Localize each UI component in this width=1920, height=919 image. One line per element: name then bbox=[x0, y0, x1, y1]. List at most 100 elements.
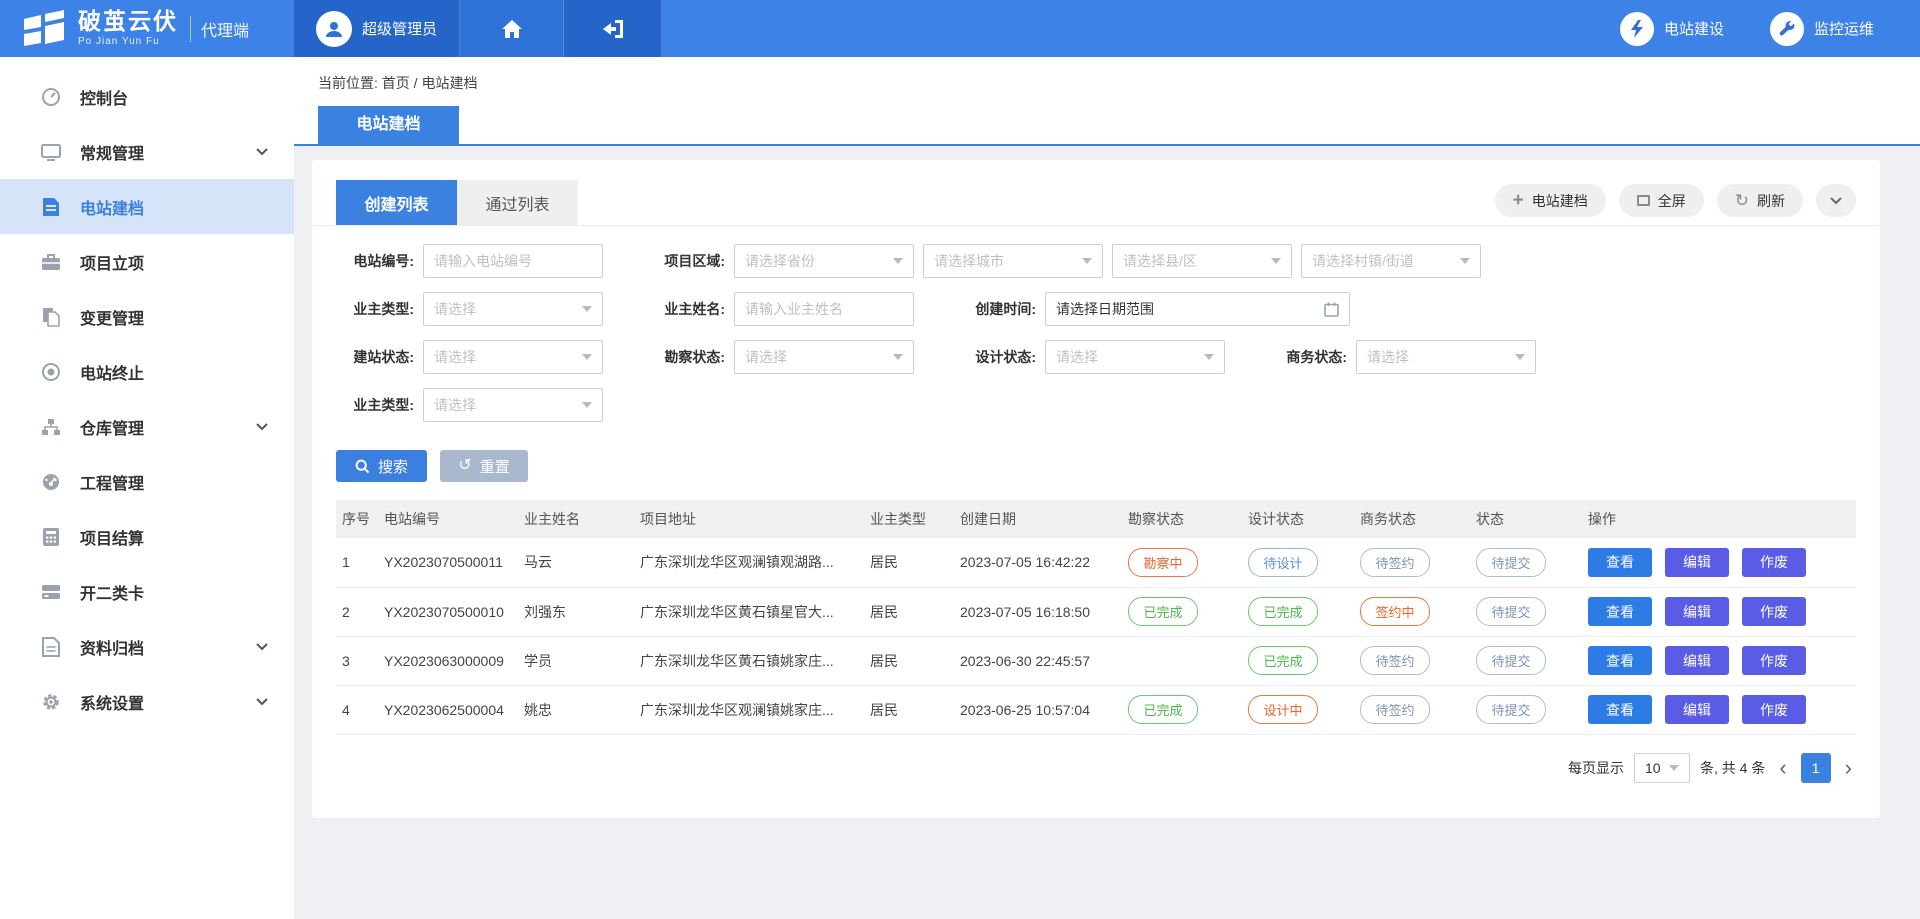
monitor-icon bbox=[40, 141, 62, 163]
search-icon bbox=[355, 459, 370, 474]
region-label: 项目区域: bbox=[647, 251, 725, 271]
tab-passed-list[interactable]: 通过列表 bbox=[457, 180, 578, 225]
sidebar-item-station-termination[interactable]: 电站终止 bbox=[0, 344, 294, 399]
date-range-input[interactable]: 请选择日期范围 bbox=[1045, 292, 1350, 326]
refresh-button[interactable]: ↻ 刷新 bbox=[1717, 184, 1803, 217]
brand-subtitle: Po Jian Yun Fu bbox=[78, 36, 178, 47]
sidebar-item-change-mgmt[interactable]: 变更管理 bbox=[0, 289, 294, 344]
logout-button[interactable] bbox=[564, 0, 662, 57]
next-page-button[interactable]: › bbox=[1841, 757, 1856, 779]
sidebar-item-warehouse-mgmt[interactable]: 仓库管理 bbox=[0, 399, 294, 454]
sidebar-item-data-archive[interactable]: 资料归档 bbox=[0, 619, 294, 674]
chevron-down-icon bbox=[256, 423, 268, 431]
plus-icon: + bbox=[1513, 191, 1524, 210]
void-button[interactable]: 作废 bbox=[1742, 597, 1806, 626]
calculator-icon bbox=[40, 526, 62, 548]
lightning-icon bbox=[1620, 12, 1654, 46]
sidebar-item-station-archive[interactable]: 电站建档 bbox=[0, 179, 294, 234]
user-menu[interactable]: 超级管理员 bbox=[294, 0, 460, 57]
copy-icon bbox=[40, 306, 62, 328]
status-badge: 待设计 bbox=[1248, 548, 1318, 577]
document-icon bbox=[40, 196, 62, 218]
view-button[interactable]: 查看 bbox=[1588, 695, 1652, 724]
calendar-icon bbox=[1324, 302, 1339, 317]
status-badge: 待提交 bbox=[1476, 695, 1546, 724]
status-badge: 待提交 bbox=[1476, 548, 1546, 577]
edit-button[interactable]: 编辑 bbox=[1665, 646, 1729, 675]
prev-page-button[interactable]: ‹ bbox=[1775, 757, 1790, 779]
void-button[interactable]: 作废 bbox=[1742, 548, 1806, 577]
refresh-icon: ↻ bbox=[1735, 192, 1749, 209]
status-badge: 待提交 bbox=[1476, 646, 1546, 675]
county-select[interactable]: 请选择县/区 bbox=[1112, 244, 1292, 278]
void-button[interactable]: 作废 bbox=[1742, 695, 1806, 724]
archive-icon bbox=[40, 636, 62, 658]
top-bar: 破茧云伏 Po Jian Yun Fu 代理端 超级管理员 bbox=[0, 0, 1920, 57]
tab-create-list[interactable]: 创建列表 bbox=[336, 180, 457, 225]
void-button[interactable]: 作废 bbox=[1742, 646, 1806, 675]
sidebar-item-project-settlement[interactable]: 项目结算 bbox=[0, 509, 294, 564]
collapse-toolbar-button[interactable] bbox=[1816, 184, 1856, 217]
status-badge: 已完成 bbox=[1248, 646, 1318, 675]
business-status-select[interactable]: 请选择 bbox=[1356, 340, 1536, 374]
sidebar-item-open-type2-card[interactable]: 开二类卡 bbox=[0, 564, 294, 619]
logout-icon bbox=[602, 19, 624, 39]
fullscreen-button[interactable]: 全屏 bbox=[1619, 184, 1704, 217]
edit-button[interactable]: 编辑 bbox=[1665, 548, 1729, 577]
nav-station-construction[interactable]: 电站建设 bbox=[1620, 12, 1724, 46]
list-tabs: 创建列表 通过列表 bbox=[336, 180, 578, 225]
dashboard-icon bbox=[40, 86, 62, 108]
caret-down-icon bbox=[1669, 765, 1679, 771]
per-page-label: 每页显示 bbox=[1568, 758, 1624, 778]
home-button[interactable] bbox=[460, 0, 564, 57]
caret-down-icon bbox=[1204, 354, 1214, 360]
chevron-down-icon bbox=[1830, 197, 1842, 205]
sidebar-item-general-mgmt[interactable]: 常规管理 bbox=[0, 124, 294, 179]
build-status-select[interactable]: 请选择 bbox=[423, 340, 603, 374]
town-select[interactable]: 请选择村镇/街道 bbox=[1301, 244, 1481, 278]
card-icon bbox=[40, 581, 62, 603]
sidebar-item-system-settings[interactable]: 系统设置 bbox=[0, 674, 294, 729]
breadcrumb-path[interactable]: 首页 / 电站建档 bbox=[382, 75, 478, 91]
edit-button[interactable]: 编辑 bbox=[1665, 597, 1729, 626]
owner-type-select[interactable]: 请选择 bbox=[423, 292, 603, 326]
page-tab-station-archive[interactable]: 电站建档 bbox=[318, 106, 459, 144]
province-select[interactable]: 请选择省份 bbox=[734, 244, 914, 278]
reset-icon: ↺ bbox=[458, 458, 471, 474]
table-row: 2 YX2023070500010 刘强东 广东深圳龙华区黄石镇星官大... 居… bbox=[336, 587, 1856, 636]
per-page-select[interactable]: 10 bbox=[1634, 753, 1690, 783]
view-button[interactable]: 查看 bbox=[1588, 646, 1652, 675]
sidebar-item-console[interactable]: 控制台 bbox=[0, 69, 294, 124]
status-badge: 已完成 bbox=[1248, 597, 1318, 626]
station-code-input[interactable] bbox=[423, 244, 603, 278]
sidebar-item-engineering-mgmt[interactable]: 工程管理 bbox=[0, 454, 294, 509]
brand: 破茧云伏 Po Jian Yun Fu 代理端 bbox=[0, 0, 294, 57]
pagination: 每页显示 10 条, 共 4 条 ‹ 1 › bbox=[312, 735, 1880, 783]
reset-button[interactable]: ↺ 重置 bbox=[440, 450, 528, 482]
status-badge: 签约中 bbox=[1360, 597, 1430, 626]
search-button[interactable]: 搜索 bbox=[336, 450, 427, 482]
chevron-down-icon bbox=[256, 148, 268, 156]
wrench-icon bbox=[1770, 12, 1804, 46]
owner-type2-select[interactable]: 请选择 bbox=[423, 388, 603, 422]
page-1-button[interactable]: 1 bbox=[1801, 753, 1831, 783]
sidebar-item-project-initiation[interactable]: 项目立项 bbox=[0, 234, 294, 289]
view-button[interactable]: 查看 bbox=[1588, 597, 1652, 626]
design-status-select[interactable]: 请选择 bbox=[1045, 340, 1225, 374]
create-station-button[interactable]: + 电站建档 bbox=[1495, 184, 1606, 217]
owner-name-input[interactable] bbox=[734, 292, 914, 326]
caret-down-icon bbox=[582, 354, 592, 360]
edit-button[interactable]: 编辑 bbox=[1665, 695, 1729, 724]
caret-down-icon bbox=[1082, 258, 1092, 264]
caret-down-icon bbox=[893, 258, 903, 264]
city-select[interactable]: 请选择城市 bbox=[923, 244, 1103, 278]
table-header-row: 序号 电站编号 业主姓名 项目地址 业主类型 创建日期 勘察状态 设计状态 商务… bbox=[336, 500, 1856, 538]
nav-monitor-ops[interactable]: 监控运维 bbox=[1770, 12, 1874, 46]
survey-status-select[interactable]: 请选择 bbox=[734, 340, 914, 374]
caret-down-icon bbox=[893, 354, 903, 360]
user-name: 超级管理员 bbox=[362, 18, 437, 39]
status-badge: 待签约 bbox=[1360, 695, 1430, 724]
status-badge: 待提交 bbox=[1476, 597, 1546, 626]
caret-down-icon bbox=[582, 402, 592, 408]
view-button[interactable]: 查看 bbox=[1588, 548, 1652, 577]
